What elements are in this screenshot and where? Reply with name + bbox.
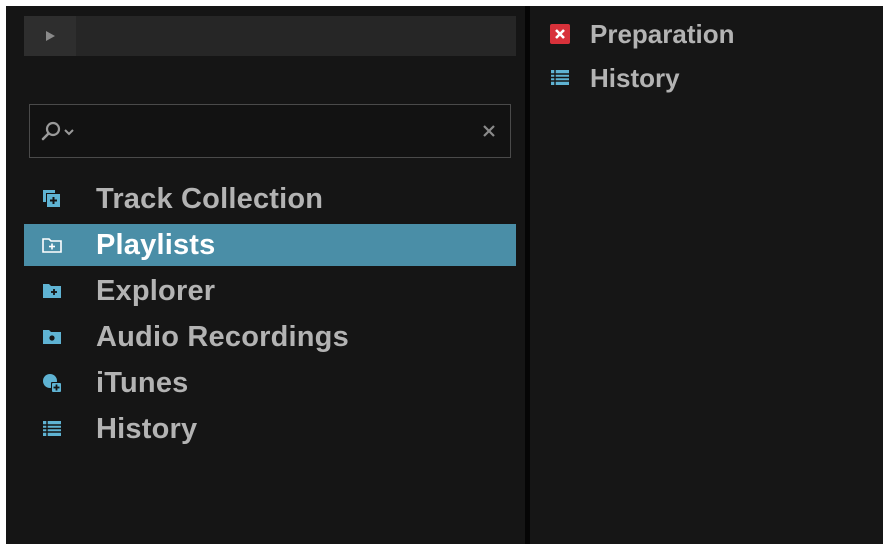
tree-item-label: Explorer	[96, 274, 216, 307]
tree-item-track-collection[interactable]: Track Collection	[24, 176, 516, 222]
tree-item-history[interactable]: History	[24, 406, 516, 452]
search-box	[29, 104, 511, 158]
list-item-label: Preparation	[590, 18, 735, 49]
tree-item-label: iTunes	[96, 366, 189, 399]
preview-play-button[interactable]	[24, 16, 76, 56]
tree-item-itunes[interactable]: iTunes	[24, 360, 516, 406]
playlist-list: Preparation History	[550, 12, 870, 100]
tree-item-playlists[interactable]: Playlists	[24, 224, 516, 266]
play-icon	[45, 31, 55, 41]
track-collection-icon	[42, 189, 62, 209]
close-icon[interactable]	[480, 122, 498, 140]
search-icon[interactable]	[40, 120, 62, 142]
list-item-preparation[interactable]: Preparation	[550, 12, 870, 56]
tree-item-label: Playlists	[96, 228, 216, 261]
tree-item-audio-recordings[interactable]: Audio Recordings	[24, 314, 516, 360]
history-list-icon	[551, 70, 569, 85]
playlist-pane: Preparation History	[530, 6, 883, 544]
browser-tree-pane: Track Collection Playlists Explorer Audi…	[6, 6, 525, 544]
tree-item-explorer[interactable]: Explorer	[24, 268, 516, 314]
browser-window: Track Collection Playlists Explorer Audi…	[6, 6, 883, 544]
explorer-folder-icon	[42, 281, 62, 301]
audio-recordings-folder-icon	[42, 327, 62, 347]
history-list-icon	[42, 419, 62, 439]
tree-item-label: History	[96, 412, 198, 445]
chevron-down-icon[interactable]	[63, 127, 75, 137]
itunes-icon	[42, 373, 62, 393]
browser-tree: Track Collection Playlists Explorer Audi…	[24, 176, 516, 452]
list-item-label: History	[590, 62, 680, 93]
tree-item-label: Audio Recordings	[96, 320, 349, 353]
playlist-folder-icon	[42, 235, 62, 255]
list-item-history[interactable]: History	[550, 56, 870, 100]
tree-item-label: Track Collection	[96, 182, 324, 215]
preparation-icon	[550, 24, 570, 44]
preview-player[interactable]	[24, 16, 516, 56]
search-input[interactable]	[82, 117, 456, 147]
